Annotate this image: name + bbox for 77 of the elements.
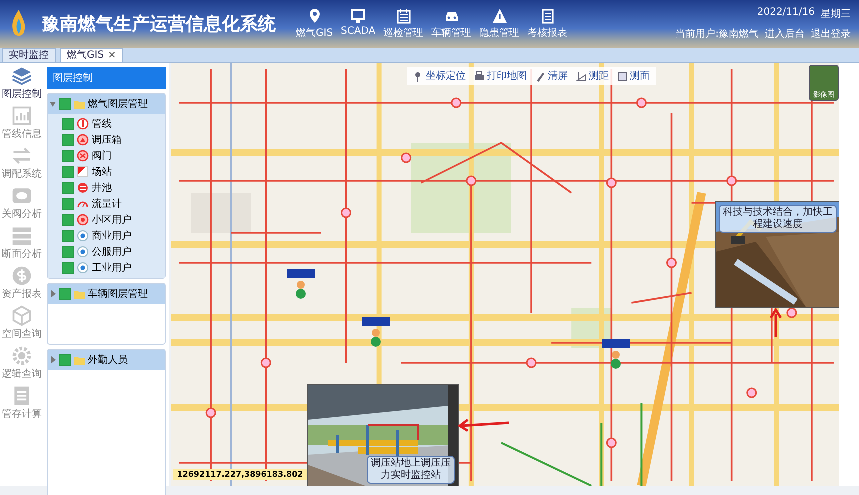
bar-chart-icon	[10, 105, 33, 127]
layer-label: 流量计	[92, 198, 122, 211]
group-label: 车辆图层管理	[88, 288, 148, 301]
valve-symbol-icon	[76, 150, 89, 162]
folder-icon	[74, 356, 85, 364]
user-symbol-icon	[76, 246, 89, 258]
monitor-icon	[350, 8, 366, 24]
community-symbol-icon	[76, 214, 89, 226]
sidebar-item[interactable]: 资产报表	[2, 265, 42, 305]
layer-label: 井池	[92, 182, 112, 195]
sidebar-item[interactable]: 关阀分析	[2, 185, 42, 225]
sidebar-item[interactable]: 管存计算	[2, 385, 42, 425]
checkbox[interactable]	[62, 246, 74, 258]
header-link[interactable]: 退出登录	[811, 27, 851, 41]
layer-label: 公服用户	[92, 246, 132, 259]
date-text: 2022/11/16	[757, 7, 815, 20]
checkbox[interactable]	[58, 354, 71, 366]
weekday-text: 星期三	[821, 8, 851, 21]
checkbox[interactable]	[62, 182, 74, 194]
sidebar-item[interactable]: 逻辑查询	[2, 345, 42, 385]
nav-button[interactable]: 考核报表	[526, 8, 570, 40]
checkbox[interactable]	[62, 198, 74, 210]
pipe-symbol-icon	[76, 118, 89, 130]
layers-icon	[10, 65, 33, 87]
layer-label: 商业用户	[92, 230, 132, 243]
coin-icon	[10, 265, 33, 287]
checkbox[interactable]	[62, 134, 74, 146]
warning-icon	[492, 8, 508, 24]
nav-button[interactable]: 车辆管理	[430, 8, 474, 40]
layer-label: 小区用户	[92, 214, 132, 227]
nav-button[interactable]: SCADA	[339, 8, 378, 40]
layer-label: 管线	[92, 118, 112, 131]
checkbox[interactable]	[62, 166, 74, 178]
expand-arrow-icon[interactable]	[50, 356, 56, 364]
group-label: 外勤人员	[88, 354, 128, 367]
close-icon[interactable]: ×	[108, 49, 116, 62]
tab[interactable]: 燃气GIS ×	[60, 48, 124, 62]
current-user: 当前用户:豫南燃气	[676, 28, 759, 41]
calendar-icon	[396, 8, 412, 24]
layer-label: 调压箱	[92, 134, 122, 147]
expand-arrow-icon[interactable]	[50, 290, 56, 298]
collapse-arrow-icon[interactable]	[50, 100, 56, 108]
app-title: 豫南燃气生产运营信息化系统	[42, 13, 277, 36]
user-symbol-icon	[76, 230, 89, 242]
checkbox[interactable]	[58, 288, 71, 300]
group-label: 燃气图层管理	[88, 98, 148, 111]
layer-label: 工业用户	[92, 262, 132, 275]
sidebar-item[interactable]: 图层控制	[2, 65, 42, 105]
checkbox[interactable]	[62, 262, 74, 274]
checkbox[interactable]	[62, 118, 74, 130]
tab[interactable]: 实时监控	[2, 48, 56, 62]
flag-symbol-icon	[76, 166, 89, 178]
regulator-symbol-icon	[76, 134, 89, 146]
folder-icon	[74, 290, 85, 298]
panel-title: 图层控制	[46, 67, 166, 89]
nav-button[interactable]: 燃气GIS	[294, 8, 336, 40]
sidebar-item[interactable]: 断面分析	[2, 225, 42, 265]
header-link[interactable]: 进入后台	[765, 27, 805, 41]
cube-icon	[10, 305, 33, 327]
swap-arrows-icon	[10, 145, 33, 167]
folder-icon	[74, 100, 85, 108]
user-symbol-icon	[76, 262, 89, 274]
layer-label: 阀门	[92, 150, 112, 163]
checkbox[interactable]	[62, 214, 74, 226]
sidebar-item[interactable]: 管线信息	[2, 105, 42, 145]
checkbox[interactable]	[58, 98, 71, 110]
gear-icon	[10, 345, 33, 367]
well-symbol-icon	[76, 182, 89, 194]
layer-label: 场站	[92, 166, 112, 179]
stack-icon	[10, 225, 33, 247]
nav-button[interactable]: 巡检管理	[382, 8, 426, 40]
checkbox[interactable]	[62, 230, 74, 242]
sidebar-item[interactable]: 空间查询	[2, 305, 42, 345]
nav-button[interactable]: 隐患管理	[478, 8, 522, 40]
clipboard-icon	[540, 8, 556, 24]
checkbox[interactable]	[62, 150, 74, 162]
sidebar-item[interactable]: 调配系统	[2, 145, 42, 185]
